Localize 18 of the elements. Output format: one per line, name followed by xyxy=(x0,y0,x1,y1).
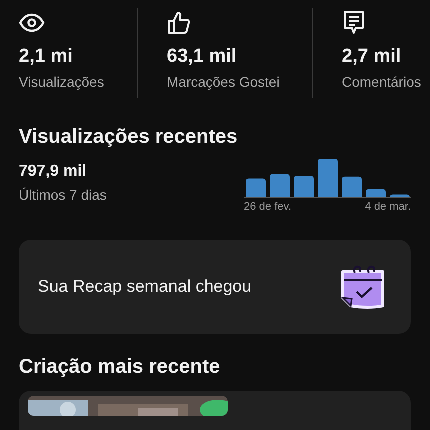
stat-label: Visualizações xyxy=(19,74,106,90)
stat-label: Marcações Gostei xyxy=(167,74,281,90)
stat-value: 2,1 mi xyxy=(19,46,74,68)
period-label: Últimos 7 dias xyxy=(19,187,107,203)
stat-value: 63,1 mil xyxy=(167,46,238,68)
stat-label: Comentários xyxy=(342,74,422,90)
axis-label: 4 de mar. xyxy=(365,201,411,213)
stat-value: 2,7 mil xyxy=(342,46,402,68)
eye-icon xyxy=(19,13,45,33)
section-title: Criação mais recente xyxy=(19,356,222,379)
creation-card[interactable] xyxy=(19,391,411,430)
views-count: 797,9 mil xyxy=(19,163,88,181)
recap-text: Sua Recap semanal chegou xyxy=(38,277,252,297)
comment-icon xyxy=(342,10,366,36)
recap-card[interactable]: Sua Recap semanal chegou xyxy=(19,240,411,334)
section-title: Visualizações recentes xyxy=(19,126,239,149)
thumbs-up-icon xyxy=(167,11,191,35)
axis-label: 26 de fev. xyxy=(244,201,292,213)
